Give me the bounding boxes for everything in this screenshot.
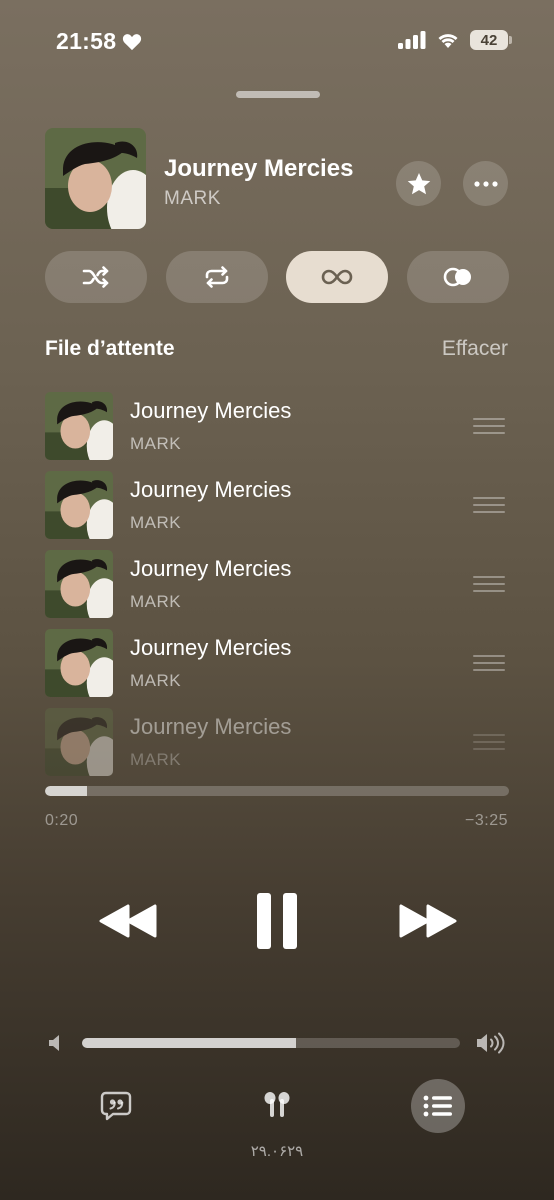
infinity-icon — [321, 269, 353, 285]
queue-row-artwork — [45, 392, 113, 460]
status-indicators: 42 — [398, 30, 512, 50]
queue-row-artwork — [45, 708, 113, 776]
pause-button[interactable] — [248, 886, 306, 956]
shuffle-icon — [82, 266, 109, 288]
queue-row[interactable]: Journey Mercies MARK — [45, 708, 509, 778]
queue-row-artwork — [45, 629, 113, 697]
queue-row[interactable]: Journey Mercies MARK — [45, 392, 509, 462]
queue-row-artist: MARK — [130, 671, 182, 690]
clock-label: 21:58 — [56, 28, 117, 54]
shuffle-button[interactable] — [45, 251, 147, 303]
reorder-handle-icon[interactable] — [473, 655, 505, 676]
playback-progress-fill — [45, 786, 87, 796]
repeat-icon — [205, 266, 229, 288]
sheet-grabber[interactable] — [236, 91, 320, 98]
lyrics-quote-icon — [100, 1091, 132, 1121]
now-playing-artwork[interactable] — [45, 128, 146, 229]
queue-row-artist: MARK — [130, 750, 182, 769]
queue-row-title: Journey Mercies — [130, 714, 292, 739]
volume-level-fill — [82, 1038, 296, 1048]
now-playing-artist[interactable]: MARK — [164, 188, 221, 210]
queue-row[interactable]: Journey Mercies MARK — [45, 550, 509, 620]
status-time: 21:58 — [56, 28, 142, 55]
volume-slider[interactable] — [82, 1038, 460, 1048]
wifi-icon — [438, 34, 458, 48]
airplay-button[interactable] — [257, 1086, 297, 1126]
heart-icon — [123, 33, 142, 50]
queue-row[interactable]: Journey Mercies MARK — [45, 471, 509, 541]
playback-scrubber[interactable] — [45, 786, 509, 796]
lyrics-button[interactable] — [96, 1086, 136, 1126]
battery-level: 42 — [480, 31, 498, 49]
autoplay-button[interactable] — [286, 251, 388, 303]
crossfade-icon — [443, 267, 471, 287]
reorder-handle-icon[interactable] — [473, 576, 505, 597]
volume-low-icon — [48, 1034, 64, 1057]
queue-row-title: Journey Mercies — [130, 398, 292, 423]
output-device-label: ۲۹.۰۶۲۹ — [250, 1143, 304, 1160]
clear-queue-button[interactable]: Effacer — [442, 337, 508, 361]
rewind-button[interactable] — [96, 896, 160, 946]
airpods-icon — [264, 1092, 290, 1117]
queue-row[interactable]: Journey Mercies MARK — [45, 629, 509, 699]
repeat-button[interactable] — [166, 251, 268, 303]
pause-icon — [257, 893, 297, 949]
crossfade-button[interactable] — [407, 251, 509, 303]
reorder-handle-icon[interactable] — [473, 418, 505, 439]
ellipsis-icon — [473, 180, 498, 187]
queue-row-title: Journey Mercies — [130, 635, 292, 660]
more-button[interactable] — [463, 161, 508, 206]
signal-icon — [398, 31, 426, 49]
fast-forward-button[interactable] — [396, 896, 460, 946]
reorder-handle-icon[interactable] — [473, 734, 505, 755]
elapsed-time: 0:20 — [45, 812, 79, 829]
now-playing-title: Journey Mercies — [164, 155, 354, 182]
star-icon — [407, 172, 430, 194]
list-icon — [423, 1095, 452, 1117]
queue-row-title: Journey Mercies — [130, 477, 292, 502]
rewind-icon — [99, 904, 157, 938]
remaining-time: −3:25 — [465, 812, 508, 829]
fast-forward-icon — [399, 904, 457, 938]
queue-toggle-button[interactable] — [411, 1079, 465, 1133]
battery-indicator: 42 — [470, 30, 512, 50]
queue-title: File d’attente — [45, 337, 175, 360]
favorite-button[interactable] — [396, 161, 441, 206]
queue-row-title: Journey Mercies — [130, 556, 292, 581]
queue-row-artwork — [45, 550, 113, 618]
reorder-handle-icon[interactable] — [473, 497, 505, 518]
queue-row-artist: MARK — [130, 434, 182, 453]
volume-high-icon — [476, 1032, 506, 1059]
queue-row-artist: MARK — [130, 592, 182, 611]
queue-row-artist: MARK — [130, 513, 182, 532]
queue-row-artwork — [45, 471, 113, 539]
